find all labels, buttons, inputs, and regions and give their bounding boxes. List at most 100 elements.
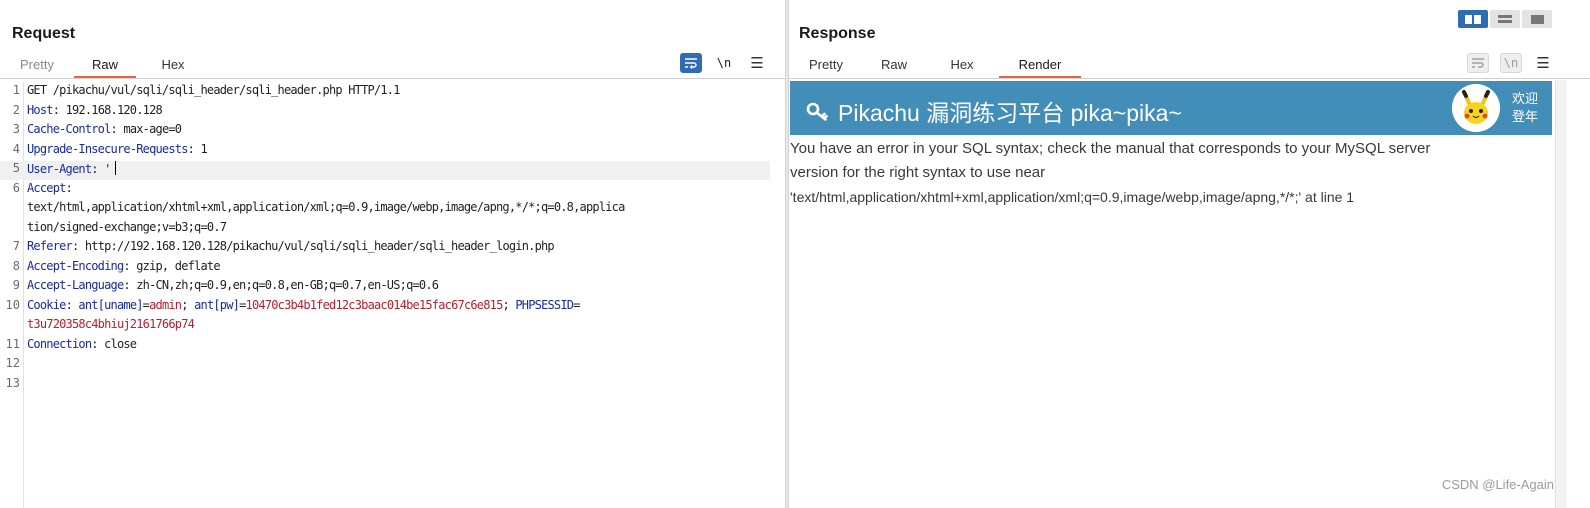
header-name: Connection: [27, 336, 92, 351]
editor-line[interactable]: 10 Cookie: ant[uname]=admin; ant[pw]=1047…: [0, 298, 770, 317]
line-content: GET /pikachu/vul/sqli/sqli_header/sqli_h…: [27, 83, 400, 97]
line-content: Cache-Control: max-age=0: [27, 122, 182, 136]
line-number: 10: [5, 297, 20, 312]
header-value: http://192.168.120.128/pikachu/vul/sqli/…: [78, 239, 555, 253]
editor-line[interactable]: 1 GET /pikachu/vul/sqli/sqli_header/sqli_…: [0, 83, 770, 102]
editor-line[interactable]: 8 Accept-Encoding: gzip, deflate: [0, 259, 770, 278]
banner-title-text: Pikachu 漏洞练习平台 pika~pika~: [838, 100, 1182, 126]
header-name: Cache-Control: [27, 122, 111, 136]
tab-raw[interactable]: Raw: [74, 54, 136, 78]
wrap-lines-button[interactable]: [1467, 53, 1489, 73]
line-content: Connection: close: [27, 336, 137, 351]
editor-line[interactable]: 12: [0, 356, 770, 375]
line-number: 9: [12, 278, 20, 292]
show-newlines-button[interactable]: \n: [1500, 53, 1522, 73]
welcome-text: 欢迎 登年: [1512, 90, 1538, 126]
welcome-line-1: 欢迎: [1512, 91, 1539, 106]
error-line-3: 'text/html,application/xhtml+xml,applica…: [790, 189, 1355, 205]
editor-line[interactable]: 13: [0, 376, 770, 395]
header-value: close: [97, 336, 137, 351]
hamburger-menu-icon[interactable]: ☰: [746, 53, 768, 73]
header-name: User-Agent: [27, 162, 92, 176]
render-view: Pikachu 漏洞练习平台 pika~pika~ 欢迎 登年 You have…: [789, 80, 1553, 508]
tab-render[interactable]: Render: [999, 54, 1081, 78]
response-pane: Response Pretty Raw Hex Render \n ☰ Pika…: [788, 0, 1590, 508]
line-number: 3: [12, 122, 20, 136]
line-number: 4: [12, 141, 20, 156]
editor-line[interactable]: 3 Cache-Control: max-age=0: [0, 122, 770, 141]
editor-line[interactable]: tion/signed-exchange;v=b3;q=0.7: [0, 220, 770, 239]
tab-pretty[interactable]: Pretty: [795, 54, 857, 78]
editor-line[interactable]: 9 Accept-Language: zh-CN,zh;q=0.9,en;q=0.…: [0, 278, 770, 297]
header-name: Upgrade-Insecure-Requests: [27, 141, 188, 156]
tab-hex[interactable]: Hex: [142, 54, 204, 78]
single-pane-icon[interactable]: [1522, 10, 1552, 28]
wrap-lines-icon: [1472, 58, 1484, 68]
side-by-side-icon[interactable]: [1458, 10, 1488, 28]
line-number: 8: [12, 258, 20, 273]
line-number: 7: [12, 239, 20, 253]
line-content: User-Agent: ': [27, 161, 116, 176]
layout-toggle: [1458, 10, 1552, 28]
header-value: 1: [194, 141, 207, 156]
editor-line[interactable]: 4 Upgrade-Insecure-Requests: 1: [0, 142, 770, 161]
line-content: Cookie: ant[uname]=admin; ant[pw]=10470c…: [27, 297, 580, 312]
request-tabs: Pretty Raw Hex: [6, 54, 204, 78]
request-tabbar-divider: [0, 78, 785, 79]
top-bottom-icon[interactable]: [1490, 10, 1520, 28]
wrap-lines-button[interactable]: [680, 53, 702, 73]
header-name: Referer: [27, 239, 73, 253]
editor-line[interactable]: 11 Connection: close: [0, 337, 770, 356]
request-pane: Request Pretty Raw Hex \n ☰ 1 GET /pikach…: [0, 0, 786, 508]
line-number: 6: [12, 180, 20, 195]
line-content: tion/signed-exchange;v=b3;q=0.7: [27, 220, 227, 234]
welcome-line-2: 登年: [1512, 109, 1539, 124]
editor-line[interactable]: 6 Accept:: [0, 181, 770, 200]
hamburger-menu-icon[interactable]: ☰: [1532, 53, 1554, 73]
banner-title: Pikachu 漏洞练习平台 pika~pika~: [806, 94, 1182, 128]
response-tabs: Pretty Raw Hex Render: [795, 54, 1081, 78]
request-editor[interactable]: 1 GET /pikachu/vul/sqli/sqli_header/sqli_…: [0, 82, 786, 508]
cookie-name: ant[pw]: [187, 297, 240, 312]
wrap-lines-icon: [685, 58, 697, 69]
text-caret: [114, 161, 116, 175]
header-name: Host: [27, 102, 53, 117]
cookie-value: 10470c3b4b1fed12c3baac014be15fac67c6e815: [245, 297, 504, 312]
editor-line[interactable]: text/html,application/xhtml+xml,applicat…: [0, 200, 770, 219]
line-content: Accept-Language: zh-CN,zh;q=0.9,en;q=0.8…: [27, 278, 439, 292]
cookie-value: t3u720358c4bhiuj2161766p74: [27, 317, 195, 331]
header-name: Cookie: [27, 297, 66, 312]
header-value: zh-CN,zh;q=0.9,en;q=0.8,en-GB;q=0.7,en-U…: [129, 278, 439, 292]
line-content: Accept-Encoding: gzip, deflate: [27, 258, 221, 273]
request-title: Request: [12, 25, 76, 42]
header-value: ': [97, 162, 111, 176]
editor-line[interactable]: 5 User-Agent: ': [0, 161, 770, 180]
avatar[interactable]: [1452, 84, 1500, 132]
error-line-2: version for the right syntax to use near: [790, 164, 1046, 181]
line-number: 5: [12, 161, 20, 175]
header-value: gzip, deflate: [129, 258, 220, 273]
response-tabbar-divider: [789, 78, 1590, 79]
header-name: Accept-Encoding: [27, 258, 124, 273]
line-number: 13: [5, 375, 20, 390]
error-line-1: You have an error in your SQL syntax; ch…: [790, 140, 1431, 157]
tab-raw[interactable]: Raw: [863, 54, 925, 78]
line-content: Host: 192.168.120.128: [27, 102, 163, 117]
line-number: 12: [5, 356, 20, 370]
line-content: t3u720358c4bhiuj2161766p74: [27, 317, 195, 331]
watermark: CSDN @Life-Again: [1441, 477, 1554, 492]
editor-line[interactable]: 2 Host: 192.168.120.128: [0, 103, 770, 122]
editor-line[interactable]: t3u720358c4bhiuj2161766p74: [0, 317, 770, 336]
sql-error-message: You have an error in your SQL syntax; ch…: [790, 137, 1550, 209]
line-number: 2: [12, 102, 20, 117]
pikachu-avatar-icon: [1452, 84, 1500, 132]
tab-hex[interactable]: Hex: [931, 54, 993, 78]
pikachu-banner: Pikachu 漏洞练习平台 pika~pika~ 欢迎 登年: [790, 81, 1552, 135]
tab-pretty[interactable]: Pretty: [6, 54, 68, 78]
line-number: 1: [12, 83, 20, 97]
line-text: GET /pikachu/vul/sqli/sqli_header/sqli_h…: [27, 83, 400, 97]
show-newlines-button[interactable]: \n: [713, 53, 735, 73]
editor-line[interactable]: 7 Referer: http://192.168.120.128/pikachu…: [0, 239, 770, 258]
line-content: Referer: http://192.168.120.128/pikachu/…: [27, 239, 555, 253]
vertical-scrollbar[interactable]: [1555, 80, 1567, 508]
